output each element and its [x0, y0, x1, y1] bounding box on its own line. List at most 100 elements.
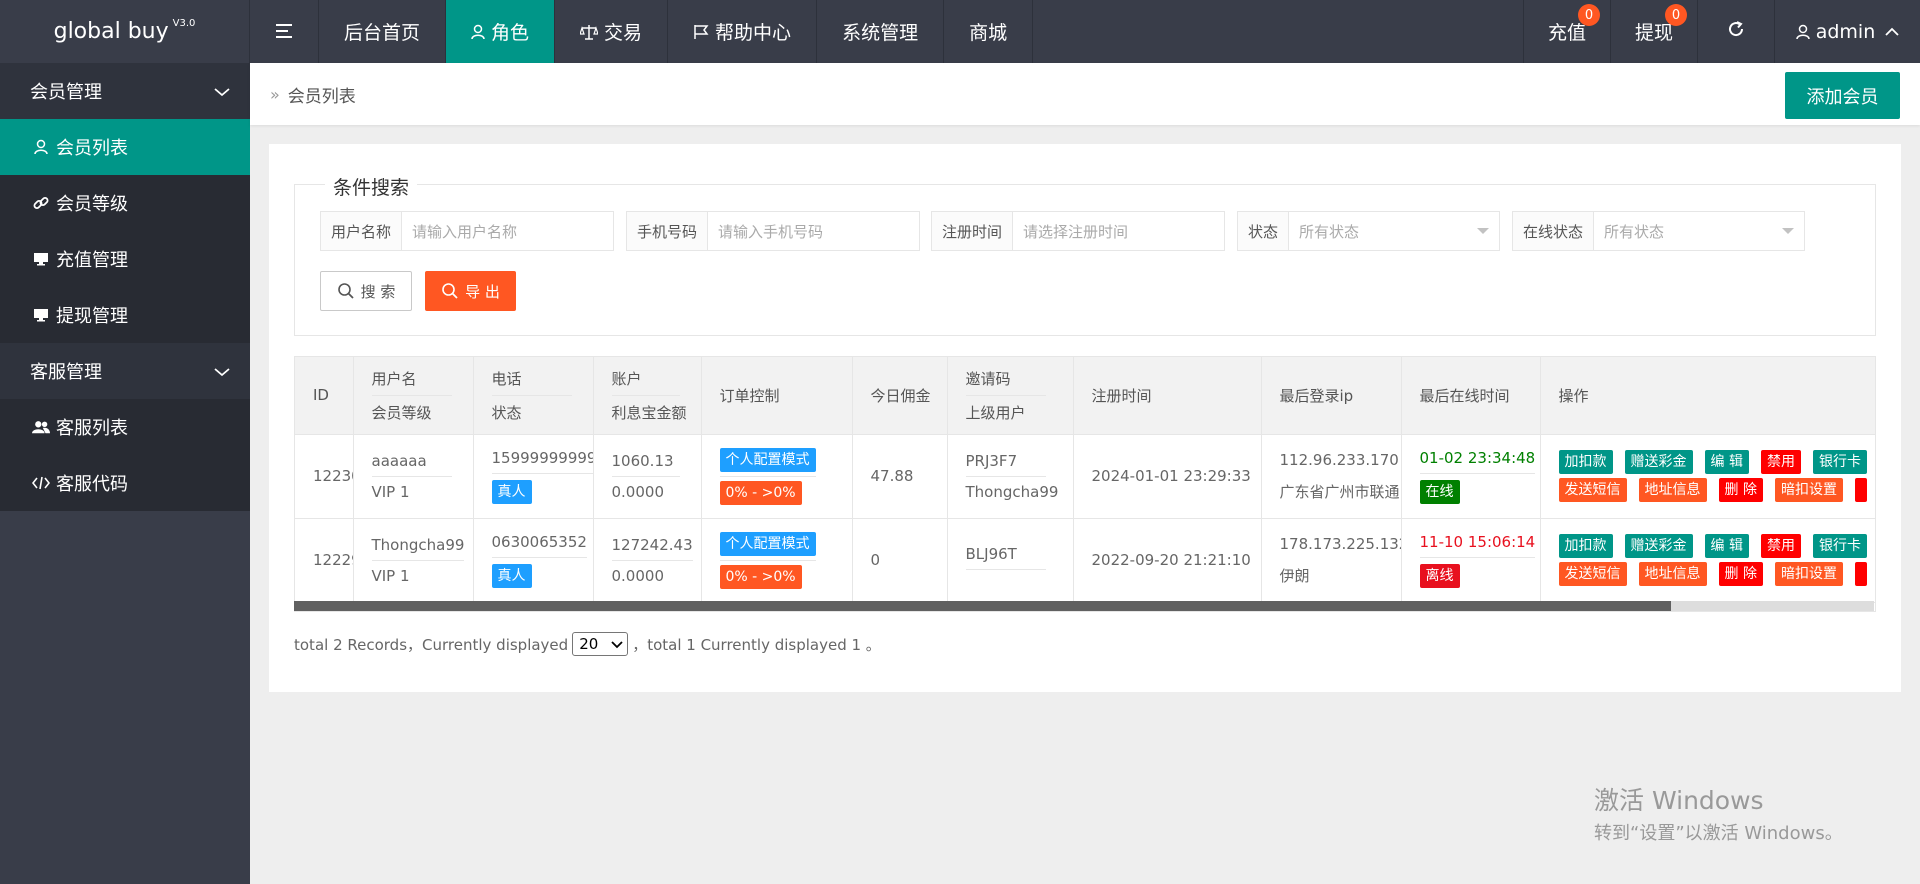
- order-mode-button[interactable]: 个人配置模式: [719, 447, 816, 472]
- hamburger-icon: [275, 20, 294, 44]
- add-member-button[interactable]: 添加会员: [1785, 72, 1900, 119]
- table-horizontal-scrollbar[interactable]: [294, 601, 1874, 611]
- version-label: V3.0: [172, 18, 196, 29]
- cell-commission: 47.88: [852, 434, 948, 519]
- sidebar-group-member[interactable]: 会员管理: [0, 63, 250, 119]
- refresh-button[interactable]: [1697, 0, 1774, 63]
- sidebar-item-service-list[interactable]: 客服列表: [0, 399, 250, 455]
- table-row: 12229 Thongcha99 VIP 1 0630065352 真人 12724…: [295, 518, 1875, 603]
- cell-account-text: 127242.43: [611, 536, 693, 561]
- disable-button[interactable]: 禁用: [1760, 450, 1801, 474]
- order-range-badge[interactable]: 0% - >0%: [719, 564, 802, 589]
- sidebar-group-service[interactable]: 客服管理: [0, 343, 250, 399]
- cell-id: 12230: [295, 434, 354, 519]
- search-button[interactable]: 搜 索: [320, 271, 412, 311]
- status-badge: 真人: [491, 479, 532, 504]
- send-sms-button[interactable]: 发送短信: [1558, 562, 1627, 586]
- cell-invite: PRJ3F7 Thongcha99: [947, 434, 1074, 519]
- order-range-badge[interactable]: 0% - >0%: [719, 480, 802, 505]
- breadcrumb-current[interactable]: 会员列表: [288, 82, 356, 107]
- nav-shop[interactable]: 商城: [944, 0, 1034, 63]
- chevron-down-icon: [214, 361, 230, 382]
- bank-card-button[interactable]: 银行卡: [1812, 450, 1867, 474]
- sidebar-item-label: 提现管理: [56, 306, 128, 327]
- main-card: 条件搜索 用户名称 请输入用户名称 手机号码 请输入手机号码 注册时间 请选择注…: [269, 144, 1901, 692]
- edit-button[interactable]: 编 辑: [1704, 534, 1749, 558]
- send-sms-button[interactable]: 发送短信: [1558, 478, 1627, 502]
- top-nav: 后台首页 角色 交易 帮助中心 系统管理 商城: [251, 0, 1034, 63]
- cell-phone-text: 0630065352: [491, 533, 587, 558]
- nav-help-label: 帮助中心: [715, 22, 792, 44]
- sidebar-item-member-list[interactable]: 会员列表: [0, 119, 250, 175]
- more-button[interactable]: [1854, 478, 1867, 502]
- menu-toggle-button[interactable]: [251, 0, 319, 63]
- refresh-icon: [1727, 20, 1745, 43]
- col-username: 用户名 会员等级: [353, 357, 474, 435]
- bank-card-button[interactable]: 银行卡: [1812, 534, 1867, 558]
- cell-level: VIP 1: [371, 482, 410, 501]
- page-size-select[interactable]: 20: [572, 632, 629, 656]
- nav-help[interactable]: 帮助中心: [668, 0, 818, 63]
- col-last-ip: 最后登录ip: [1261, 357, 1402, 435]
- regtime-input[interactable]: 请选择注册时间: [1013, 212, 1224, 250]
- cell-interest: 0.0000: [611, 566, 665, 585]
- delete-button[interactable]: 删 除: [1718, 478, 1763, 502]
- online-select[interactable]: 所有状态: [1594, 212, 1804, 250]
- order-mode-button[interactable]: 个人配置模式: [719, 531, 816, 556]
- edit-button[interactable]: 编 辑: [1704, 450, 1749, 474]
- sidebar-item-member-level[interactable]: 会员等级: [0, 175, 250, 231]
- export-button[interactable]: 导 出: [425, 271, 516, 311]
- nav-system[interactable]: 系统管理: [817, 0, 945, 63]
- offline-badge: 离线: [1419, 563, 1460, 588]
- withdraw-button[interactable]: 提现 0: [1610, 0, 1697, 63]
- user-icon: [471, 24, 485, 40]
- col-phone: 电话 状态: [473, 357, 594, 435]
- cell-invite-text: BLJ96T: [965, 545, 1046, 570]
- chevron-down-icon: [214, 81, 230, 102]
- recharge-button[interactable]: 充值 0: [1523, 0, 1610, 63]
- cell-parent: Thongcha99: [965, 482, 1059, 501]
- adjust-balance-button[interactable]: 加扣款: [1558, 450, 1613, 474]
- nav-role[interactable]: 角色: [446, 0, 556, 63]
- disable-button[interactable]: 禁用: [1760, 534, 1801, 558]
- user-name: admin: [1815, 20, 1876, 43]
- gift-bonus-button[interactable]: 赠送彩金: [1624, 450, 1693, 474]
- nav-system-label: 系统管理: [842, 22, 919, 44]
- phone-input[interactable]: 请输入手机号码: [708, 212, 919, 250]
- address-info-button[interactable]: 地址信息: [1638, 478, 1707, 502]
- logo[interactable]: global buy V3.0: [0, 0, 250, 63]
- adjust-balance-button[interactable]: 加扣款: [1558, 534, 1613, 558]
- pager-prefix: total 2 Records，Currently displayed: [294, 635, 569, 654]
- user-menu[interactable]: admin: [1774, 0, 1920, 63]
- nav-home[interactable]: 后台首页: [319, 0, 447, 63]
- nav-trade-label: 交易: [604, 22, 643, 44]
- col-account-label: 账户: [611, 368, 680, 396]
- col-level-label: 会员等级: [371, 403, 432, 422]
- delete-button[interactable]: 删 除: [1718, 562, 1763, 586]
- sidebar-item-label: 会员列表: [56, 138, 128, 159]
- username-input[interactable]: 请输入用户名称: [402, 212, 613, 250]
- hidden-deduct-button[interactable]: 暗扣设置: [1774, 562, 1843, 586]
- link-icon: [32, 195, 50, 211]
- col-last-online: 最后在线时间: [1401, 357, 1541, 435]
- member-table: ID 用户名 会员等级 电话 状态 账户 利息宝金额 订单控制 今日佣金 邀请码 上级用…: [295, 357, 1875, 603]
- hidden-deduct-button[interactable]: 暗扣设置: [1774, 478, 1843, 502]
- pagination: total 2 Records，Currently displayed 20 ，…: [294, 630, 881, 658]
- more-button[interactable]: [1854, 562, 1867, 586]
- address-info-button[interactable]: 地址信息: [1638, 562, 1707, 586]
- cell-account: 1060.13 0.0000: [593, 434, 702, 519]
- sidebar-item-recharge[interactable]: 充值管理: [0, 231, 250, 287]
- gift-bonus-button[interactable]: 赠送彩金: [1624, 534, 1693, 558]
- export-button-label: 导 出: [465, 282, 500, 301]
- scrollbar-thumb[interactable]: [294, 601, 1671, 611]
- sidebar-item-service-code[interactable]: 客服代码: [0, 455, 250, 511]
- breadcrumb: » 会员列表: [270, 63, 356, 125]
- col-order-control: 订单控制: [701, 357, 853, 435]
- col-parent-label: 上级用户: [965, 403, 1026, 422]
- phone-label: 手机号码: [627, 212, 709, 250]
- sidebar-item-withdraw[interactable]: 提现管理: [0, 287, 250, 343]
- page-size-value: 20: [579, 635, 599, 653]
- status-select[interactable]: 所有状态: [1289, 212, 1499, 250]
- cell-account: 127242.43 0.0000: [593, 518, 702, 603]
- nav-trade[interactable]: 交易: [555, 0, 669, 63]
